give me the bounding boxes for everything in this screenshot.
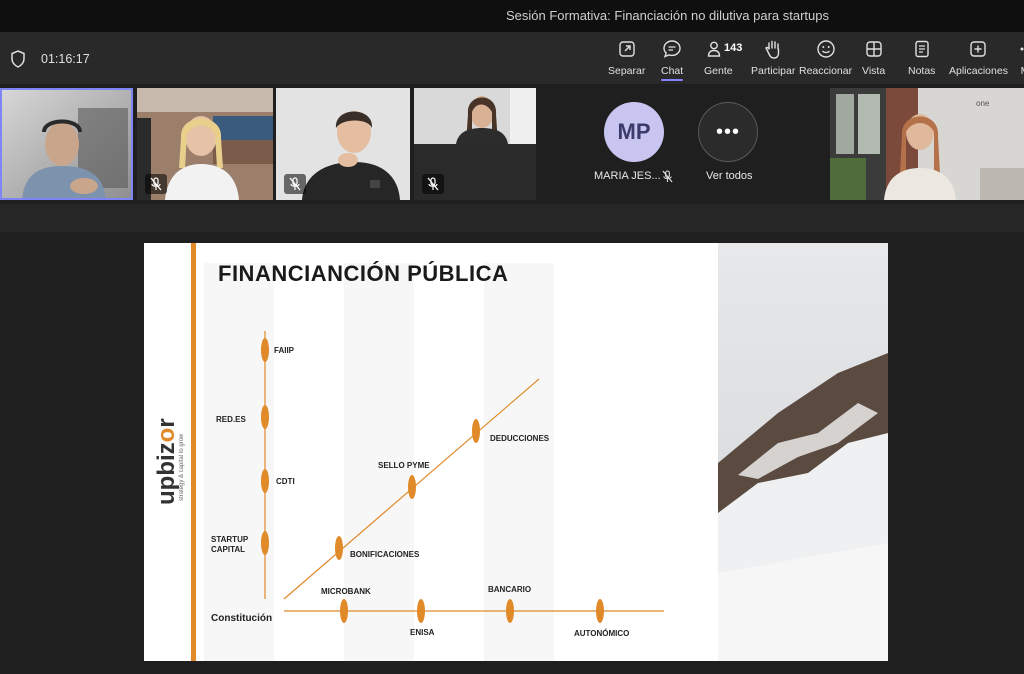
label-microbank: MICROBANK [321,587,371,596]
participant-video: one [830,88,1024,200]
more-icon [1014,38,1024,60]
meeting-toolbar: 01:16:17 Separar Chat 143 Gente Particip… [0,32,1024,84]
logo-tagline: strategy & capital to grow [179,433,185,501]
notas-button[interactable]: Notas [908,38,935,82]
vista-button[interactable]: Vista [862,38,885,82]
label-redes: RED.ES [216,415,246,424]
mic-off-icon [422,174,444,194]
shared-slide: FINANCIANCIÓN PÚBLICA upbizor strategy &… [144,243,888,661]
gente-label: Gente [704,65,733,77]
participant-avatar-mp[interactable]: MP [604,102,664,162]
marker-microbank [340,599,348,623]
raise-hand-icon [762,38,784,60]
vista-label: Vista [862,65,886,77]
ellipsis-icon: ••• [715,120,740,143]
participant-video [0,88,133,200]
marker-redes [261,405,269,429]
title-bar: Sesión Formativa: Financiación no diluti… [0,0,1024,32]
mic-off-icon [662,170,673,183]
label-constitucion: Constitución [211,613,273,624]
participar-button[interactable]: Participar [751,38,795,82]
marker-bancario [506,599,514,623]
marker-bonificaciones [335,536,343,560]
participant-video-tile[interactable]: one [830,88,1024,200]
aplicaciones-button[interactable]: Aplicaciones [949,38,1008,82]
chat-label: Chat [661,65,683,81]
chat-button[interactable]: Chat [661,38,683,82]
label-autonomico: AUTONÓMICO [574,629,630,638]
see-all-button[interactable]: ••• [698,102,758,162]
more-label: M [1021,65,1024,77]
grid-icon [863,38,885,60]
chat-icon [661,38,683,60]
label-startup-1: STARTUP [211,535,249,544]
gente-button[interactable]: 143 Gente [704,38,742,82]
marker-startup [261,531,269,555]
logo-text-up: up [153,475,180,505]
label-bancario: BANCARIO [488,585,532,594]
participant-video-tile[interactable] [276,88,410,200]
marker-autonomico [596,599,604,623]
marker-faiip [261,338,269,362]
participant-video-tile[interactable] [137,88,273,200]
participar-label: Participar [751,65,796,77]
participant-video-tile[interactable] [414,88,536,200]
mic-off-icon [145,174,167,194]
mic-off-icon [284,174,306,194]
aplicaciones-label: Aplicaciones [949,65,1008,77]
separar-label: Separar [608,65,646,77]
logo-text-z: z [153,442,180,455]
marker-deducciones [472,419,480,443]
more-button[interactable]: M [1014,38,1024,82]
logo-text-i: i [153,454,180,461]
pop-out-icon [616,38,638,60]
teams-meeting-window: Sesión Formativa: Financiación no diluti… [0,0,1024,674]
marker-cdti [261,469,269,493]
marker-sello [408,475,416,499]
meeting-title: Sesión Formativa: Financiación no diluti… [506,8,829,23]
logo-text-o: o [153,427,180,443]
tile-logo: one [976,99,990,108]
participant-strip: MP MARIA JES... ••• Ver todos one [0,84,1024,204]
smiley-icon [815,38,837,60]
people-count-badge: 143 [724,42,743,54]
reaccionar-button[interactable]: Reaccionar [799,38,852,82]
add-app-icon [967,38,989,60]
notas-label: Notas [908,65,936,77]
label-bonificaciones: BONIFICACIONES [350,550,420,559]
accent-bar [191,243,196,661]
label-enisa: ENISA [410,628,435,637]
separar-button[interactable]: Separar [608,38,645,82]
label-deducciones: DEDUCCIONES [490,434,550,443]
participant-video [414,88,536,144]
logo-text-b: b [153,461,180,476]
marker-enisa [417,599,425,623]
label-startup-2: CAPITAL [211,545,246,554]
upbizor-logo: upbizor strategy & capital to grow [153,409,187,509]
meeting-timer: 01:16:17 [41,52,90,66]
label-faiip: FAIIP [274,346,295,355]
see-all-label[interactable]: Ver todos [706,170,752,182]
slide-photo [718,243,888,661]
shield-icon[interactable] [10,50,26,68]
participant-name: MARIA JES... [594,170,661,182]
notes-icon [911,38,933,60]
label-cdti: CDTI [276,477,295,486]
reaccionar-label: Reaccionar [799,65,853,77]
stage-divider [0,204,1024,232]
logo-text-r: r [153,418,180,428]
label-sello-pyme: SELLO PYME [378,461,430,470]
slide-title: FINANCIANCIÓN PÚBLICA [218,261,509,286]
participant-video-tile[interactable] [0,88,133,200]
